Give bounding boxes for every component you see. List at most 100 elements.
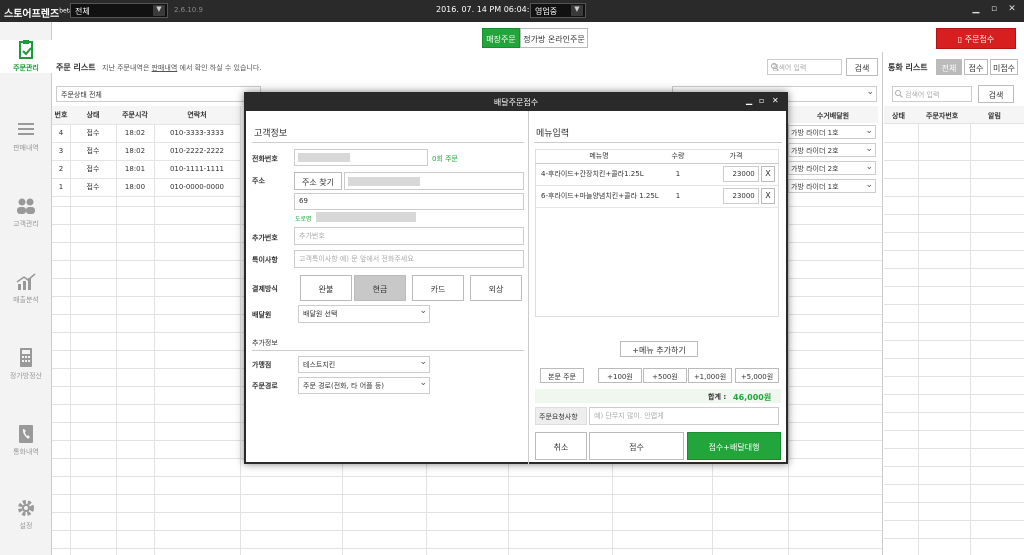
chevron-down-icon: ⌄ xyxy=(419,378,427,388)
minimize-icon[interactable]: ▁ xyxy=(746,96,752,105)
cancel-button[interactable]: 취소 xyxy=(535,432,587,460)
menu-row[interactable]: 4-후라이드+간장치킨+콜라1.25L 1 23000 X xyxy=(535,163,779,186)
divider xyxy=(882,52,883,555)
order-search-button[interactable]: 검색 xyxy=(846,58,878,76)
request-input[interactable]: 예) 단무지 많이. 안맵게 xyxy=(589,407,779,425)
chevron-down-icon: ⌄ xyxy=(865,126,873,136)
menu-col-qty: 수량 xyxy=(663,149,693,164)
rider-select[interactable]: 가방 라이더 1호 ⌄ xyxy=(788,179,876,193)
maximize-icon[interactable]: ▫ xyxy=(988,4,1000,16)
pay-option-paid[interactable]: 완불 xyxy=(300,275,352,301)
call-grid: 상태 주문자번호 알림 xyxy=(884,106,1024,555)
phone-label: 전화번호 xyxy=(252,155,278,163)
col-time: 주문시각 xyxy=(116,106,154,125)
sidebar-item-customers[interactable]: 고객관리 xyxy=(0,196,52,229)
pay-option-credit[interactable]: 외상 xyxy=(470,275,522,301)
table-row[interactable]: 3 접수 18:02 010-2222-2222 xyxy=(52,142,240,161)
maximize-icon[interactable]: ▫ xyxy=(759,96,764,105)
order-receive-button[interactable]: ▯ 주문접수 xyxy=(936,28,1016,49)
tab-store-order[interactable]: 매장주문 xyxy=(482,28,520,48)
extra-number-input[interactable]: 추가번호 xyxy=(294,227,524,245)
chevron-down-icon: ▼ xyxy=(153,5,165,16)
sidebar-item-settings[interactable]: 설정 xyxy=(0,498,52,531)
price-input[interactable]: 23000 xyxy=(722,188,759,204)
quick-button-500[interactable]: +500원 xyxy=(643,368,687,383)
call-search-input[interactable]: 검색어 입력 xyxy=(892,86,972,102)
delivery-order-dialog: 배달주문접수 ▁ ▫ ✕ 고객정보 전화번호 0회 주문 주소 주소 찾기 69… xyxy=(244,92,788,464)
route-label: 주문경로 xyxy=(252,382,278,390)
call-tab-not-received[interactable]: 미접수 xyxy=(990,59,1018,75)
sidebar-item-settlement[interactable]: 정가방정산 xyxy=(0,348,52,381)
rider-label: 배달원 xyxy=(252,311,272,319)
list-icon xyxy=(18,123,34,135)
remove-item-button[interactable]: X xyxy=(761,188,775,204)
close-icon[interactable]: ✕ xyxy=(1006,4,1018,16)
rider-select[interactable]: 배달원 선택 ⌄ xyxy=(298,305,430,323)
accept-delivery-button[interactable]: 접수+배달대행 xyxy=(687,432,781,460)
chevron-down-icon: ⌄ xyxy=(865,144,873,154)
gear-icon xyxy=(18,500,34,516)
menu-row[interactable]: 6-후라이드+마늘양념치킨+콜라 1.25L 1 23000 X xyxy=(535,185,779,208)
order-list-title: 주문 리스트 xyxy=(56,63,96,72)
pay-option-cash[interactable]: 현금 xyxy=(354,275,406,301)
note-input[interactable]: 고객특이사항 예) 문 앞에서 전화주세요 xyxy=(294,250,524,268)
redacted-block xyxy=(348,177,420,186)
sidebar: 주문관리 판매내역 고객관리 매출분석 정가방정산 통화내역 설정 xyxy=(0,22,52,555)
additional-section-title: 추가정보 xyxy=(252,339,278,347)
order-status-filter[interactable]: 주문상태 전체 xyxy=(56,86,261,102)
store-select[interactable]: 전체 ▼ xyxy=(70,3,168,18)
route-select[interactable]: 주문 경로(전화, 타 어플 등) ⌄ xyxy=(298,377,430,394)
chart-icon xyxy=(16,273,36,290)
clock: 2016. 07. 14 PM 06:04:16 xyxy=(436,5,540,14)
menu-col-price: 가격 xyxy=(693,149,779,164)
call-tab-all[interactable]: 전체 xyxy=(936,59,962,75)
tab-online-order[interactable]: 정가방 온라인주문 xyxy=(520,28,588,48)
call-col-number: 주문자번호 xyxy=(926,112,959,120)
rider-select[interactable]: 가방 라이더 1호 ⌄ xyxy=(788,125,876,139)
find-address-button[interactable]: 주소 찾기 xyxy=(294,172,342,190)
address-input[interactable] xyxy=(344,172,524,190)
menu-col-name: 메뉴명 xyxy=(535,149,663,164)
sidebar-item-analytics[interactable]: 매출분석 xyxy=(0,272,52,305)
shop-select[interactable]: 테스트지킨 ⌄ xyxy=(298,356,430,373)
phone-book-icon xyxy=(19,425,33,443)
minimize-icon[interactable]: ▁ xyxy=(970,4,982,16)
remove-item-button[interactable]: X xyxy=(761,166,775,182)
quick-button-5000[interactable]: +5,000원 xyxy=(735,368,779,383)
table-row[interactable]: 2 접수 18:01 010-1111-1111 xyxy=(52,160,240,179)
cell-no: 4 xyxy=(52,124,70,143)
address-detail-input[interactable]: 69 xyxy=(294,193,524,210)
status-select[interactable]: 영업중 ▼ xyxy=(530,3,586,18)
accept-button[interactable]: 접수 xyxy=(589,432,684,460)
road-name-tag: 도로명 xyxy=(295,216,312,223)
sidebar-item-sales[interactable]: 판매내역 xyxy=(0,120,52,153)
add-menu-button[interactable]: +메뉴 추가하기 xyxy=(620,341,698,357)
request-label: 주문요청사항 xyxy=(535,407,587,425)
chevron-down-icon: ⌄ xyxy=(866,87,874,97)
menu-qty: 1 xyxy=(663,163,693,186)
price-input[interactable]: 23000 xyxy=(722,166,759,182)
quick-button-1000[interactable]: +1,000원 xyxy=(688,368,732,383)
chevron-down-icon: ⌄ xyxy=(419,306,427,316)
search-icon xyxy=(771,63,779,71)
close-icon[interactable]: ✕ xyxy=(772,96,779,105)
table-row[interactable]: 4 접수 18:02 010-3333-3333 xyxy=(52,124,240,143)
call-search-button[interactable]: 검색 xyxy=(978,85,1014,103)
version-label: 2.6.10.9 xyxy=(174,6,203,14)
calculator-icon xyxy=(20,348,32,367)
chevron-down-icon: ▼ xyxy=(571,5,583,16)
menu-section-title: 메뉴입력 xyxy=(536,129,570,139)
rider-select[interactable]: 가방 라이더 2호 ⌄ xyxy=(788,143,876,157)
customer-section-title: 고객정보 xyxy=(254,129,288,139)
phone-input[interactable] xyxy=(294,149,428,166)
quick-button-base[interactable]: 본문 주문 xyxy=(540,368,584,383)
call-tab-received[interactable]: 접수 xyxy=(964,59,988,75)
quick-button-100[interactable]: +100원 xyxy=(598,368,642,383)
sidebar-item-order[interactable]: 주문관리 xyxy=(0,40,52,73)
sales-history-link[interactable]: 판매내역 xyxy=(152,64,178,72)
cell-time: 18:02 xyxy=(116,124,154,143)
pay-option-card[interactable]: 카드 xyxy=(412,275,464,301)
sidebar-item-calls[interactable]: 통화내역 xyxy=(0,424,52,457)
rider-select[interactable]: 가방 라이더 2호 ⌄ xyxy=(788,161,876,175)
table-row[interactable]: 1 접수 18:00 010-0000-0000 xyxy=(52,178,240,197)
